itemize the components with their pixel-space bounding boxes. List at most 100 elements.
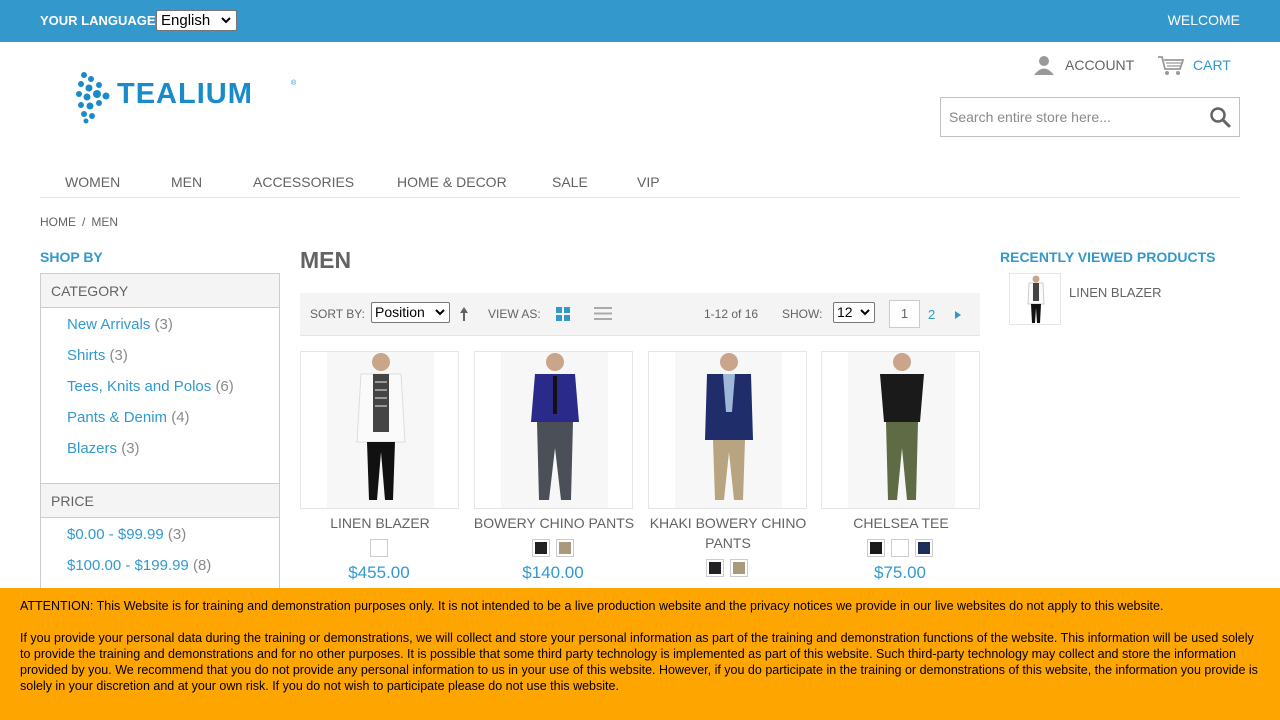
nav-item-women[interactable]: WOMEN: [65, 174, 120, 190]
price-filter: PRICE $0.00 - $99.99 (3) $100.00 - $199.…: [40, 483, 280, 593]
category-item-count: (4): [171, 409, 190, 426]
color-swatch[interactable]: [532, 539, 550, 557]
cart-icon: [1158, 56, 1185, 75]
product-name[interactable]: LINEN BLAZER: [290, 513, 470, 533]
product-image[interactable]: [300, 351, 459, 509]
category-item-label: Blazers: [67, 440, 118, 457]
category-item-shirts[interactable]: Shirts (3): [67, 347, 279, 378]
price-filter-heading[interactable]: PRICE: [41, 484, 279, 518]
cart-link[interactable]: CART: [1157, 54, 1231, 76]
recently-viewed-image[interactable]: [1009, 273, 1061, 325]
top-bar: YOUR LANGUAGE: English WELCOME: [0, 0, 1280, 42]
logo-trademark: ®: [291, 80, 297, 87]
color-swatch[interactable]: [915, 539, 933, 557]
model-photo-icon: [327, 352, 434, 508]
category-filter-heading[interactable]: CATEGORY: [41, 274, 279, 308]
show-value: 12: [837, 304, 853, 320]
product-image[interactable]: [821, 351, 980, 509]
category-item-tees[interactable]: Tees, Knits and Polos (6): [67, 378, 279, 409]
category-item-new-arrivals[interactable]: New Arrivals (3): [67, 316, 279, 347]
nav-item-sale[interactable]: SALE: [552, 174, 588, 190]
chevron-down-icon: [435, 309, 445, 316]
product-name[interactable]: CHELSEA TEE: [811, 513, 991, 533]
price-item-label: $100.00 - $199.99: [67, 557, 189, 574]
shop-by-title: SHOP BY: [40, 249, 103, 265]
user-icon: [1034, 56, 1054, 75]
list-view-icon[interactable]: [594, 306, 612, 321]
category-item-label: Tees, Knits and Polos: [67, 378, 212, 395]
category-item-pants[interactable]: Pants & Denim (4): [67, 409, 279, 440]
main-nav: WOMEN MEN ACCESSORIES HOME & DECOR SALE …: [40, 160, 1240, 198]
page-current: 1: [889, 300, 920, 328]
price-item-count: (3): [167, 526, 187, 543]
nav-item-home-decor[interactable]: HOME & DECOR: [397, 174, 507, 190]
chevron-down-icon: [860, 309, 870, 316]
language-label: YOUR LANGUAGE:: [40, 13, 160, 28]
language-value: English: [161, 12, 211, 29]
category-filter-list: New Arrivals (3) Shirts (3) Tees, Knits …: [41, 308, 279, 471]
search-placeholder: Search entire store here...: [949, 109, 1111, 125]
product-image[interactable]: [474, 351, 633, 509]
breadcrumb-home[interactable]: HOME: [40, 215, 76, 229]
price-filter-list: $0.00 - $99.99 (3) $100.00 - $199.99 (8): [41, 518, 279, 588]
sort-label: SORT BY:: [310, 307, 365, 321]
account-label: ACCOUNT: [1065, 57, 1135, 73]
color-swatch[interactable]: [706, 559, 724, 577]
price-item-label: $0.00 - $99.99: [67, 526, 164, 543]
product-image[interactable]: [648, 351, 807, 509]
price-item-0-99[interactable]: $0.00 - $99.99 (3): [67, 526, 279, 557]
notice-paragraph-2: If you provide your personal data during…: [20, 631, 1258, 693]
cart-label: CART: [1193, 57, 1231, 73]
logo-mark-icon: [76, 72, 110, 124]
nav-item-men[interactable]: MEN: [171, 174, 202, 190]
sort-direction-icon[interactable]: [458, 306, 470, 322]
language-select[interactable]: English: [156, 10, 237, 31]
category-filter: CATEGORY New Arrivals (3) Shirts (3) Tee…: [40, 273, 280, 484]
category-item-label: Pants & Denim: [67, 409, 168, 426]
breadcrumb-current: MEN: [91, 215, 119, 229]
search-icon[interactable]: [1209, 106, 1231, 128]
search-input[interactable]: Search entire store here...: [940, 97, 1240, 137]
product-price: $75.00: [874, 563, 926, 582]
color-swatch[interactable]: [370, 539, 388, 557]
recently-viewed-name[interactable]: LINEN BLAZER: [1069, 285, 1161, 300]
model-photo-icon: [1027, 275, 1045, 323]
category-item-count: (3): [154, 316, 173, 333]
grid-view-icon[interactable]: [556, 307, 570, 321]
model-photo-icon: [675, 352, 782, 508]
category-item-count: (6): [215, 378, 234, 395]
product-name[interactable]: KHAKI BOWERY CHINO PANTS: [638, 513, 818, 553]
notice-paragraph-1: ATTENTION: This Website is for training …: [20, 599, 1164, 613]
store-logo[interactable]: TEALIUM ®: [75, 70, 300, 125]
next-page-icon[interactable]: [955, 311, 961, 319]
category-item-count: (3): [109, 347, 128, 364]
category-item-blazers[interactable]: Blazers (3): [67, 440, 279, 471]
sort-select[interactable]: Position: [371, 302, 450, 323]
view-label: VIEW AS:: [488, 307, 541, 321]
chevron-down-icon: [221, 17, 231, 24]
page-2-link[interactable]: 2: [928, 307, 935, 322]
model-photo-icon: [501, 352, 608, 508]
nav-item-vip[interactable]: VIP: [637, 174, 660, 190]
color-swatch[interactable]: [556, 539, 574, 557]
price-item-100-199[interactable]: $100.00 - $199.99 (8): [67, 557, 279, 588]
recently-viewed-title: RECENTLY VIEWED PRODUCTS: [1000, 249, 1216, 265]
show-select[interactable]: 12: [833, 302, 875, 323]
category-item-label: Shirts: [67, 347, 106, 364]
color-swatches: [648, 559, 806, 577]
color-swatch[interactable]: [891, 539, 909, 557]
logo-text: TEALIUM: [117, 78, 253, 110]
page-title: MEN: [300, 247, 352, 273]
welcome-message: WELCOME: [1167, 12, 1240, 28]
product-name[interactable]: BOWERY CHINO PANTS: [464, 513, 644, 533]
category-item-label: New Arrivals: [67, 316, 151, 333]
nav-item-accessories[interactable]: ACCESSORIES: [253, 174, 354, 190]
product-price: $140.00: [522, 563, 584, 582]
price-item-count: (8): [192, 557, 212, 574]
account-link[interactable]: ACCOUNT: [1032, 54, 1134, 76]
color-swatch[interactable]: [730, 559, 748, 577]
product-toolbar: SORT BY: Position VIEW AS: 1-12 of 16 SH…: [300, 293, 980, 336]
model-photo-icon: [848, 352, 955, 508]
breadcrumb: HOME / MEN: [40, 215, 118, 229]
color-swatch[interactable]: [867, 539, 885, 557]
